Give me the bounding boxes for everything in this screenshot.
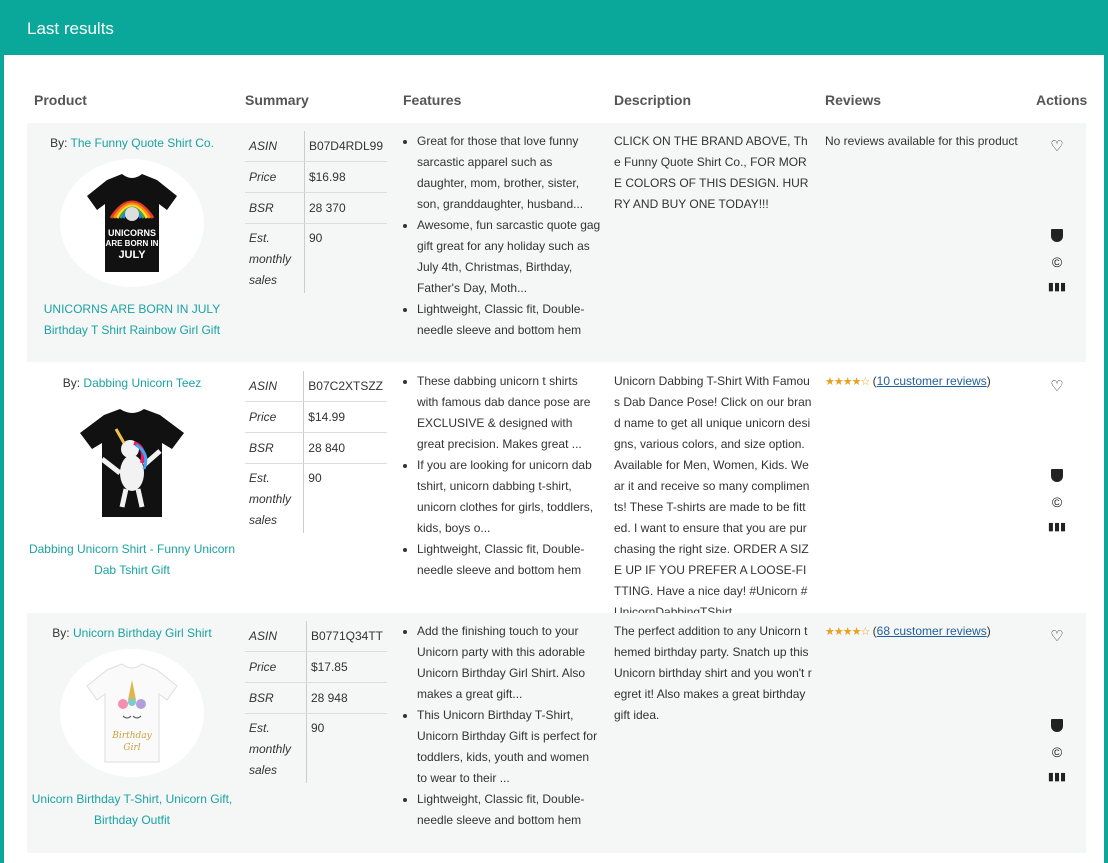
feature-item: Add the finishing touch to your Unicorn … [417,621,601,705]
table-row: By: The Funny Quote Shirt Co. UNICORNS A… [27,123,1086,362]
product-cell: By: The Funny Quote Shirt Co. UNICORNS A… [27,123,237,341]
svg-text:JULY: JULY [118,249,146,261]
feature-item: Lightweight, Classic fit, Double-needle … [417,789,601,831]
actions-cell: ♡ © ▮▮▮ [1037,377,1077,533]
sales-value: 90 [310,721,325,735]
sales-value: 90 [308,471,322,485]
bar-chart-icon[interactable]: ▮▮▮ [1037,280,1077,293]
actions-cell: ♡ © ▮▮▮ [1037,137,1077,293]
table-row: By: Dabbing Unicorn Teez Dabbing Unicorn… [27,363,1086,619]
table-header: Product Summary Features Description Rev… [4,86,1104,116]
bsr-value: 28 840 [303,432,387,464]
shield-icon[interactable] [1051,469,1063,482]
card-header: Last results [4,3,1104,55]
heart-icon[interactable]: ♡ [1037,137,1077,157]
rating-stars-icon: ★★★★☆ [825,376,870,388]
summary-table: ASIN B07D4RDL99 Price $16.98 BSR 28 370 Est… [245,131,387,293]
description-text: Unicorn Dabbing T-Shirt With Famous Dab … [614,374,812,619]
copyright-icon[interactable]: © [1037,494,1077,510]
product-image[interactable]: Birthday Girl [60,649,204,777]
summary-cell: ASIN B0771Q34TT Price $17.85 BSR 28 948 Est… [245,621,387,783]
reviews-cell: No reviews available for this product [825,131,1020,152]
bsr-value: 28 948 [306,682,387,714]
svg-text:UNICORNS: UNICORNS [108,228,156,238]
bar-chart-icon[interactable]: ▮▮▮ [1037,520,1077,533]
feature-item: If you are looking for unicorn dab tshir… [417,455,601,539]
col-reviews: Reviews [825,92,882,108]
product-title-link[interactable]: Unicorn Birthday T-Shirt, Unicorn Gift, … [27,789,237,831]
col-description: Description [614,92,692,108]
brand-link[interactable]: Unicorn Birthday Girl Shirt [73,626,212,640]
feature-item: This Unicorn Birthday T-Shirt, Unicorn B… [417,705,601,789]
actions-cell: ♡ © ▮▮▮ [1037,627,1077,783]
bar-chart-icon[interactable]: ▮▮▮ [1037,770,1077,783]
rating-stars-icon: ★★★★☆ [825,626,870,638]
features-cell: Great for those that love funny sarcasti… [399,131,601,341]
asin-value: B07D4RDL99 [304,131,387,162]
feature-item: Great for those that love funny sarcasti… [417,131,601,215]
product-image[interactable]: UNICORNS ARE BORN IN JULY [60,159,204,287]
description-text: CLICK ON THE BRAND ABOVE, The Funny Quot… [614,134,809,211]
reviews-cell: ★★★★☆ (10 customer reviews) [825,374,991,388]
col-features: Features [403,92,462,108]
heart-icon[interactable]: ♡ [1037,377,1077,397]
feature-item: Lightweight, Classic fit, Double-needle … [417,539,601,581]
brand-link[interactable]: Dabbing Unicorn Teez [83,376,201,390]
asin-value: B0771Q34TT [306,621,387,652]
bsr-value: 28 370 [304,192,387,224]
feature-item: Lightweight, Classic fit, Double-needle … [417,299,601,341]
product-cell: By: Unicorn Birthday Girl Shirt Birthday… [27,613,237,831]
product-title-link[interactable]: Dabbing Unicorn Shirt - Funny Unicorn Da… [27,539,237,581]
svg-text:ARE BORN IN: ARE BORN IN [106,239,159,248]
shield-icon[interactable] [1051,229,1063,242]
sales-value: 90 [308,231,323,245]
product-cell: By: Dabbing Unicorn Teez Dabbing Unicorn… [27,363,237,581]
price-value: $16.98 [304,161,387,193]
copyright-icon[interactable]: © [1037,744,1077,760]
summary-cell: ASIN B07D4RDL99 Price $16.98 BSR 28 370 Est… [245,131,387,293]
features-cell: Add the finishing touch to your Unicorn … [399,621,601,831]
no-reviews-text: No reviews available for this product [825,134,1018,148]
product-title-link[interactable]: UNICORNS ARE BORN IN JULY Birthday T Shi… [27,299,237,341]
shield-icon[interactable] [1051,719,1063,732]
page-title: Last results [27,19,114,38]
col-actions: Actions [1036,92,1088,108]
features-cell: These dabbing unicorn t shirts with famo… [399,371,601,581]
copyright-icon[interactable]: © [1037,254,1077,270]
col-product: Product [34,92,87,108]
results-card: Last results Product Summary Features De… [4,3,1104,863]
price-value: $17.85 [306,651,387,683]
customer-reviews-link[interactable]: 68 customer reviews [877,624,987,638]
asin-value: B07C2XTSZZ [303,371,387,402]
col-summary: Summary [245,92,309,108]
feature-item: Awesome, fun sarcastic quote gag gift gr… [417,215,601,299]
feature-item: These dabbing unicorn t shirts with famo… [417,371,601,455]
summary-cell: ASIN B07C2XTSZZ Price $14.99 BSR 28 840 Est… [245,371,387,533]
svg-text:Birthday: Birthday [111,731,152,741]
price-value: $14.99 [303,401,387,433]
table-row: By: Unicorn Birthday Girl Shirt Birthday… [27,613,1086,853]
product-image[interactable] [60,399,204,527]
reviews-cell: ★★★★☆ (68 customer reviews) [825,624,991,638]
description-text: The perfect addition to any Unicorn them… [614,624,812,722]
summary-table: ASIN B07C2XTSZZ Price $14.99 BSR 28 840 Est… [245,371,387,533]
brand-link[interactable]: The Funny Quote Shirt Co. [71,136,214,150]
heart-icon[interactable]: ♡ [1037,627,1077,647]
customer-reviews-link[interactable]: 10 customer reviews [877,374,987,388]
summary-table: ASIN B0771Q34TT Price $17.85 BSR 28 948 Est… [245,621,387,783]
svg-text:Girl: Girl [123,743,140,753]
